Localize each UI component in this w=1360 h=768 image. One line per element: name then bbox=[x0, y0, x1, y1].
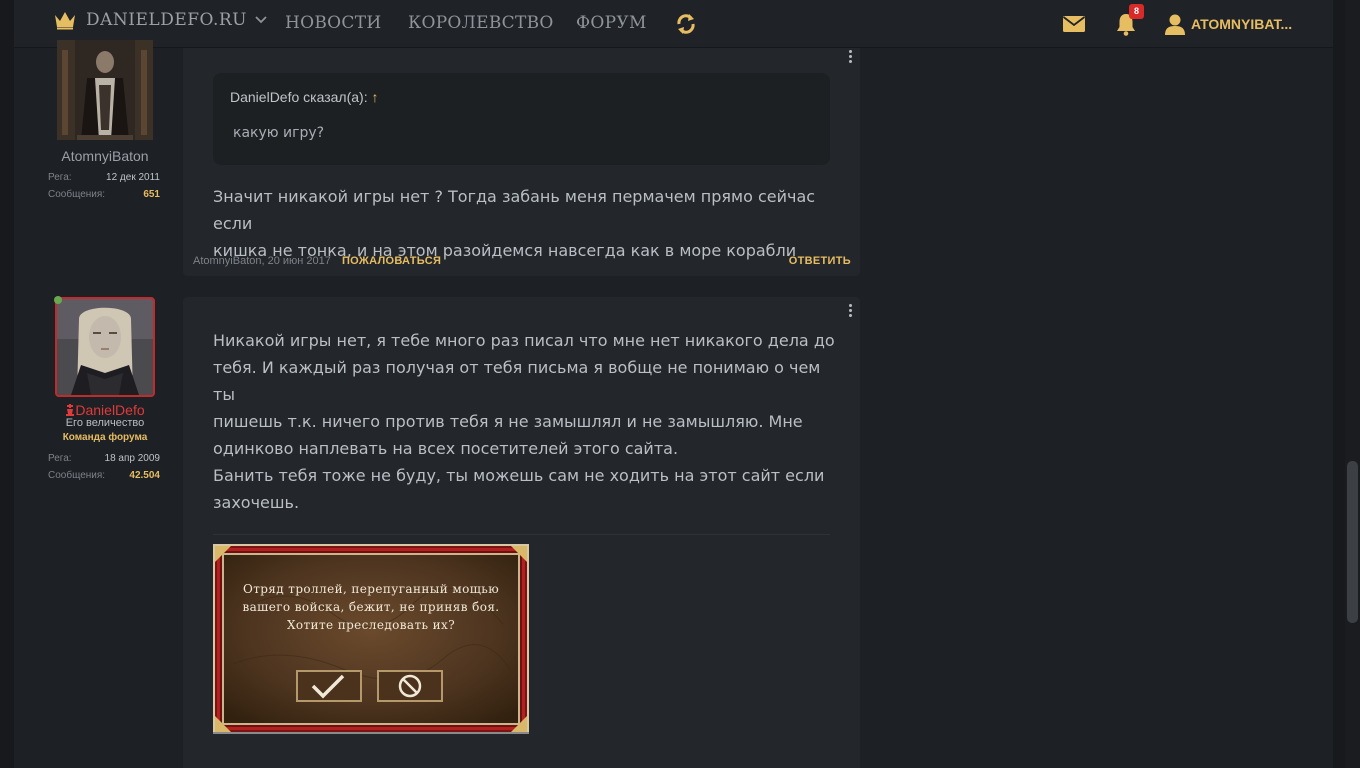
post-menu-icon[interactable] bbox=[847, 50, 853, 65]
message-line: Значит никакой игры нет ? Тогда забань м… bbox=[213, 187, 816, 233]
dialog-cancel-icon bbox=[377, 670, 443, 702]
post1-stat-registered: Рега: 12 дек 2011 bbox=[48, 172, 160, 183]
post1-author-name[interactable]: AtomnyiBaton bbox=[44, 148, 166, 164]
avatar-danieldefo[interactable] bbox=[55, 297, 155, 397]
stat-label: Сообщения: bbox=[48, 189, 106, 200]
refresh-icon[interactable] bbox=[676, 13, 696, 35]
stat-value: 18 апр 2009 bbox=[104, 453, 160, 464]
notifications[interactable]: 8 bbox=[1115, 4, 1144, 38]
site-brand[interactable]: DANIELDEFO.RU bbox=[54, 10, 267, 30]
crown-icon bbox=[55, 12, 75, 30]
post2-stat-registered: Рега: 18 апр 2009 bbox=[48, 453, 160, 464]
message-line: Банить тебя тоже не буду, ты можешь сам … bbox=[213, 466, 825, 485]
post-2: Никакой игры нет, я тебе много раз писал… bbox=[183, 297, 860, 768]
post-meta[interactable]: AtomnyiBaton, 20 июн 2017 bbox=[193, 255, 331, 267]
scrollbar-thumb[interactable] bbox=[1347, 461, 1358, 623]
post1-footer: AtomnyiBaton, 20 июн 2017 ПОЖАЛОВАТЬСЯ О… bbox=[193, 255, 851, 267]
mail-icon[interactable] bbox=[1062, 15, 1086, 33]
stat-value[interactable]: 651 bbox=[143, 189, 160, 200]
post2-paragraph-2: Банить тебя тоже не буду, ты можешь сам … bbox=[213, 462, 838, 516]
message-line: тебя. И каждый раз получая от тебя письм… bbox=[213, 358, 821, 404]
site-name[interactable]: DANIELDEFO.RU bbox=[86, 10, 247, 30]
notification-badge: 8 bbox=[1129, 4, 1144, 19]
post2-stat-messages: Сообщения: 42.504 bbox=[48, 470, 160, 481]
nav-news[interactable]: НОВОСТИ bbox=[285, 13, 381, 33]
account-username[interactable]: ATOMNYIBAT... bbox=[1191, 16, 1292, 32]
page-scrollbar[interactable] bbox=[1345, 0, 1360, 768]
chevron-down-icon[interactable] bbox=[255, 16, 267, 24]
report-link[interactable]: ПОЖАЛОВАТЬСЯ bbox=[342, 255, 441, 267]
dialog-line: вашего войска, бежит, не приняв боя. bbox=[242, 600, 500, 614]
nav-kingdom[interactable]: КОРОЛЕВСТВО bbox=[408, 13, 554, 33]
reply-link[interactable]: ОТВЕТИТЬ bbox=[789, 255, 851, 267]
king-piece-icon bbox=[66, 404, 75, 416]
dialog-line: Отряд троллей, перепуганный мощью bbox=[242, 582, 500, 596]
quote-jump-icon[interactable]: ↑ bbox=[371, 89, 378, 105]
post1-message: Значит никакой игры нет ? Тогда забань м… bbox=[213, 183, 838, 264]
stat-label: Рега: bbox=[48, 172, 72, 183]
message-line: Никакой игры нет, я тебе много раз писал… bbox=[213, 331, 835, 350]
message-line: одинково наплевать на всех посетителей э… bbox=[213, 439, 679, 458]
post2-author-banner: Команда форума bbox=[62, 432, 148, 443]
online-indicator bbox=[54, 296, 62, 304]
post-menu-icon[interactable] bbox=[847, 304, 853, 319]
user-icon[interactable] bbox=[1164, 13, 1186, 35]
dialog-line: Хотите преследовать их? bbox=[286, 618, 456, 632]
post1-stat-messages: Сообщения: 651 bbox=[48, 189, 160, 200]
quote-block: DanielDefo сказал(а): ↑ какую игру? bbox=[213, 73, 830, 165]
stat-label: Рега: bbox=[48, 453, 72, 464]
message-line: захочешь. bbox=[213, 493, 300, 512]
quote-author-text[interactable]: DanielDefo сказал(а): bbox=[230, 89, 368, 105]
quote-text: какую игру? bbox=[233, 125, 325, 141]
game-dialog-text: Отряд троллей, перепуганный мощью вашего… bbox=[213, 580, 529, 634]
stat-label: Сообщения: bbox=[48, 470, 106, 481]
game-dialog-image[interactable]: Отряд троллей, перепуганный мощью вашего… bbox=[213, 544, 529, 734]
author-name-text[interactable]: DanielDefo bbox=[75, 402, 144, 418]
post2-author-name[interactable]: DanielDefo bbox=[44, 402, 166, 418]
nav-forum[interactable]: ФОРУМ bbox=[576, 13, 647, 33]
quote-author[interactable]: DanielDefo сказал(а): ↑ bbox=[230, 89, 378, 105]
dialog-checkmark-icon bbox=[296, 670, 362, 702]
avatar-atomnyibaton[interactable] bbox=[57, 40, 153, 140]
content-divider bbox=[213, 534, 830, 535]
message-line: пишешь т.к. ничего против тебя я не замы… bbox=[213, 412, 803, 431]
stat-value: 12 дек 2011 bbox=[106, 172, 160, 183]
site-header: DANIELDEFO.RU НОВОСТИ КОРОЛЕВСТВО ФОРУМ … bbox=[14, 0, 1333, 48]
post-1: DanielDefo сказал(а): ↑ какую игру? Знач… bbox=[183, 48, 860, 276]
post2-paragraph-1: Никакой игры нет, я тебе много раз писал… bbox=[213, 327, 838, 462]
stat-value[interactable]: 42.504 bbox=[129, 470, 160, 481]
post2-author-title: Его величество bbox=[65, 417, 145, 429]
